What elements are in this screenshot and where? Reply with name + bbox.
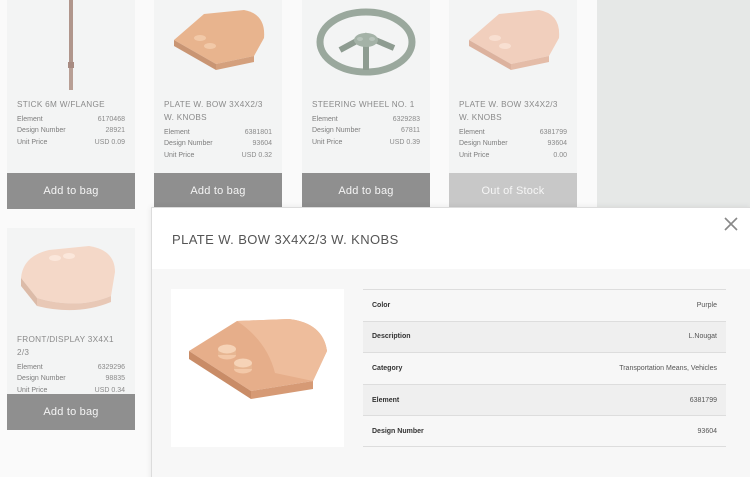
element-row: Element 6381799 xyxy=(459,127,567,138)
spec-row-description: Description L.Nougat xyxy=(363,320,726,353)
product-image[interactable] xyxy=(7,0,135,90)
product-title[interactable]: PLATE W. BOW 3X4X2/3 xyxy=(164,98,272,111)
design-row: Design Number 98835 xyxy=(17,373,125,384)
product-card: STICK 6M W/FLANGE Element 6170468 Design … xyxy=(7,0,135,210)
steering-wheel-brick-icon xyxy=(316,8,416,76)
price-label: Unit Price xyxy=(459,151,490,159)
spec-label: Category xyxy=(372,364,403,372)
design-value: 93604 xyxy=(252,140,272,148)
element-value: 6381799 xyxy=(539,129,567,136)
element-row: Element 6170468 xyxy=(17,114,125,125)
product-info: STEERING WHEEL NO. 1 Element 6329283 Desi… xyxy=(302,90,430,173)
element-label: Element xyxy=(312,116,338,123)
price-row: Unit Price USD 0.39 xyxy=(312,137,420,148)
product-info: FRONT/DISPLAY 3X4X1 2/3 Element 6329296 D… xyxy=(7,325,135,394)
out-of-stock-button[interactable]: Out of Stock xyxy=(449,173,577,209)
product-card: FRONT/DISPLAY 3X4X1 2/3 Element 6329296 D… xyxy=(7,228,135,430)
element-value: 6170468 xyxy=(97,116,125,123)
product-image[interactable] xyxy=(154,0,282,90)
price-value: USD 0.32 xyxy=(241,151,272,159)
price-row: Unit Price 0.00 xyxy=(459,150,567,161)
design-value: 93604 xyxy=(547,140,567,148)
front-display-brick-icon xyxy=(21,246,115,311)
modal-header: PLATE W. BOW 3X4X2/3 W. KNOBS xyxy=(152,208,750,269)
plate-bow-brick-icon xyxy=(174,10,265,70)
modal-title: PLATE W. BOW 3X4X2/3 W. KNOBS xyxy=(172,232,399,247)
plate-bow-brick-icon xyxy=(189,319,327,399)
product-info: PLATE W. BOW 3X4X2/3 W. KNOBS Element 638… xyxy=(449,90,577,173)
stick-brick-icon xyxy=(68,0,74,90)
design-row: Design Number 93604 xyxy=(164,138,272,149)
element-value: 6381801 xyxy=(244,129,272,136)
design-label: Design Number xyxy=(459,140,508,148)
design-label: Design Number xyxy=(312,127,361,135)
product-info: STICK 6M W/FLANGE Element 6170468 Design … xyxy=(7,90,135,173)
spec-row-element: Element 6381799 xyxy=(363,383,726,416)
spec-value: L.Nougat xyxy=(688,333,717,341)
plate-bow-brick-icon xyxy=(469,10,560,70)
product-detail-modal: PLATE W. BOW 3X4X2/3 W. KNOBS Color Purpl… xyxy=(151,207,750,477)
design-label: Design Number xyxy=(164,140,213,148)
element-row: Element 6329296 xyxy=(17,362,125,373)
spec-table: Color Purple Description L.Nougat Category… xyxy=(363,289,726,447)
product-title[interactable]: STEERING WHEEL NO. 1 xyxy=(312,98,420,111)
close-icon xyxy=(724,217,738,231)
element-label: Element xyxy=(17,364,43,371)
spec-value: Purple xyxy=(696,301,717,309)
add-to-bag-button[interactable]: Add to bag xyxy=(302,173,430,209)
element-row: Element 6381801 xyxy=(164,127,272,138)
element-label: Element xyxy=(17,116,43,123)
element-label: Element xyxy=(164,129,190,136)
design-row: Design Number 67811 xyxy=(312,125,420,136)
close-button[interactable] xyxy=(724,217,738,231)
add-to-bag-button[interactable]: Add to bag xyxy=(7,394,135,430)
product-info: PLATE W. BOW 3X4X2/3 W. KNOBS Element 638… xyxy=(154,90,282,173)
price-label: Unit Price xyxy=(164,151,195,159)
design-row: Design Number 28921 xyxy=(17,125,125,136)
spec-value: Transportation Means, Vehicles xyxy=(619,364,717,372)
product-card: PLATE W. BOW 3X4X2/3 W. KNOBS Element 638… xyxy=(154,0,282,210)
product-image[interactable] xyxy=(302,0,430,90)
spec-label: Design Number xyxy=(372,427,424,435)
product-title[interactable]: STICK 6M W/FLANGE xyxy=(17,98,125,111)
design-value: 28921 xyxy=(105,127,125,135)
add-to-bag-button[interactable]: Add to bag xyxy=(154,173,282,209)
spec-value: 93604 xyxy=(697,427,717,435)
product-title-line2[interactable]: W. KNOBS xyxy=(459,111,567,124)
spec-label: Element xyxy=(372,396,400,404)
design-label: Design Number xyxy=(17,127,66,135)
modal-product-image xyxy=(171,289,344,447)
spec-row-design-number: Design Number 93604 xyxy=(363,415,726,447)
spec-label: Description xyxy=(372,333,411,341)
design-label: Design Number xyxy=(17,375,66,383)
design-value: 67811 xyxy=(401,127,420,135)
element-row: Element 6329283 xyxy=(312,114,420,125)
price-value: USD 0.09 xyxy=(94,138,125,146)
product-image[interactable] xyxy=(449,0,577,90)
product-title[interactable]: FRONT/DISPLAY 3X4X1 2/3 xyxy=(17,333,125,359)
element-label: Element xyxy=(459,129,485,136)
price-label: Unit Price xyxy=(312,138,343,146)
product-title-line2[interactable]: W. KNOBS xyxy=(164,111,272,124)
spec-label: Color xyxy=(372,301,391,309)
price-row: Unit Price USD 0.32 xyxy=(164,150,272,161)
price-value: USD 0.39 xyxy=(389,138,420,146)
add-to-bag-button[interactable]: Add to bag xyxy=(7,173,135,209)
product-title[interactable]: PLATE W. BOW 3X4X2/3 xyxy=(459,98,567,111)
element-value: 6329283 xyxy=(392,116,420,123)
price-label: Unit Price xyxy=(17,138,48,146)
spec-value: 6381799 xyxy=(689,396,717,404)
product-card: PLATE W. BOW 3X4X2/3 W. KNOBS Element 638… xyxy=(449,0,577,210)
product-image[interactable] xyxy=(7,228,135,325)
element-value: 6329296 xyxy=(97,364,125,371)
product-card: STEERING WHEEL NO. 1 Element 6329283 Desi… xyxy=(302,0,430,210)
spec-row-color: Color Purple xyxy=(363,289,726,321)
price-value: 0.00 xyxy=(553,151,567,159)
design-row: Design Number 93604 xyxy=(459,138,567,149)
design-value: 98835 xyxy=(105,375,125,383)
spec-row-category: Category Transportation Means, Vehicles xyxy=(363,352,726,384)
price-row: Unit Price USD 0.09 xyxy=(17,137,125,148)
